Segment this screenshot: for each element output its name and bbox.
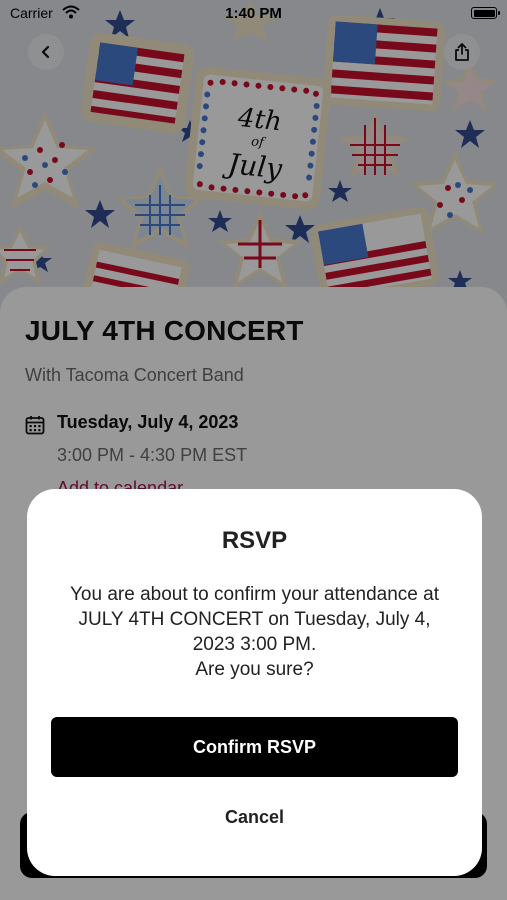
cancel-button[interactable]: Cancel bbox=[27, 807, 482, 828]
dialog-message-line: You are about to confirm your attendance… bbox=[70, 584, 439, 605]
dialog-message-line: Are you sure? bbox=[195, 659, 314, 680]
event-detail-screen: 4th of July Carrier 1:40 PM JULY 4TH CON… bbox=[0, 0, 507, 900]
dialog-message-line: JULY 4TH CONCERT on Tuesday, July 4, bbox=[78, 609, 431, 630]
confirm-rsvp-button[interactable]: Confirm RSVP bbox=[51, 717, 458, 777]
rsvp-dialog: RSVP You are about to confirm your atten… bbox=[27, 489, 482, 876]
dialog-message: You are about to confirm your attendance… bbox=[47, 582, 462, 682]
dialog-message-line: 2023 3:00 PM. bbox=[192, 634, 317, 655]
dialog-title: RSVP bbox=[221, 527, 288, 554]
